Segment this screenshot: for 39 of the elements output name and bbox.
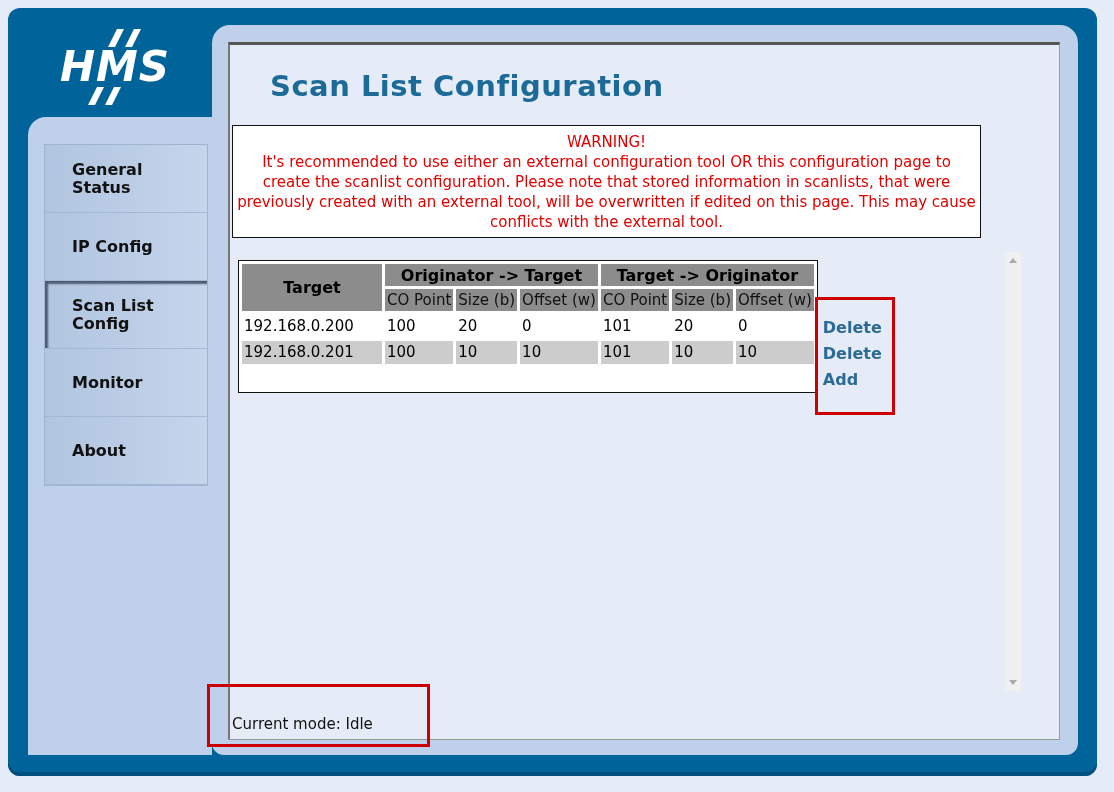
warning-heading: WARNING! bbox=[565, 132, 648, 152]
delete-link[interactable]: Delete bbox=[822, 341, 882, 367]
table-cell-text: 100 bbox=[386, 315, 417, 337]
column-header: Size (b) bbox=[672, 289, 733, 312]
down-arrow-icon[interactable] bbox=[1009, 680, 1017, 685]
add-link[interactable]: Add bbox=[822, 367, 882, 393]
sidebar-item[interactable]: Monitor bbox=[45, 349, 207, 417]
column-header: Target bbox=[242, 264, 382, 312]
table-cell: 10 bbox=[736, 340, 814, 364]
table-cell-text: 101 bbox=[601, 315, 633, 337]
column-header: Offset (w) bbox=[520, 289, 598, 312]
warning-message: It's recommended to use either an external configuration tool OR this configuration page to create the scanlist configuration. Please note that stored information in scanlists, that were previously created with an external tool, will be overwritten if edited on this page. This may cause conflicts with the external tool. bbox=[237, 152, 976, 232]
sidebar-item[interactable]: About bbox=[45, 417, 207, 485]
sidebar-item[interactable]: IP Config bbox=[45, 213, 207, 281]
column-header: Size (b) bbox=[456, 289, 518, 312]
table-cell-text: 20 bbox=[457, 315, 479, 337]
hms-logo: HMS bbox=[59, 47, 171, 87]
sidebar-item[interactable]: General Status bbox=[45, 145, 207, 213]
table-cell: 10 bbox=[672, 340, 733, 364]
sidebar-item[interactable]: Scan List Config bbox=[45, 281, 207, 349]
table-cell: 192.168.0.201 bbox=[242, 340, 382, 364]
table-cell: 10 bbox=[520, 340, 598, 364]
table-cell: 10 bbox=[456, 340, 518, 364]
delete-link[interactable]: Delete bbox=[822, 315, 882, 341]
column-header: CO Point bbox=[600, 289, 670, 312]
status-text: Current mode: Idle bbox=[232, 715, 373, 733]
column-header: CO Point bbox=[385, 289, 454, 312]
table-cell-text: 0 bbox=[521, 315, 533, 337]
scrollbar[interactable] bbox=[1005, 252, 1021, 691]
table-cell: 101 bbox=[600, 340, 670, 364]
column-group-header: Target -> Originator bbox=[600, 264, 814, 287]
table-cell-text: 20 bbox=[673, 315, 695, 337]
page-title: Scan List Configuration bbox=[270, 69, 665, 103]
table-cell: 100 bbox=[385, 340, 454, 364]
table-cell-text: 192.168.0.200 bbox=[243, 315, 355, 337]
column-group-header: Originator -> Target bbox=[385, 264, 598, 287]
table-cell-text: 0 bbox=[737, 315, 749, 337]
column-header: Offset (w) bbox=[736, 289, 814, 312]
up-arrow-icon[interactable] bbox=[1009, 258, 1017, 263]
